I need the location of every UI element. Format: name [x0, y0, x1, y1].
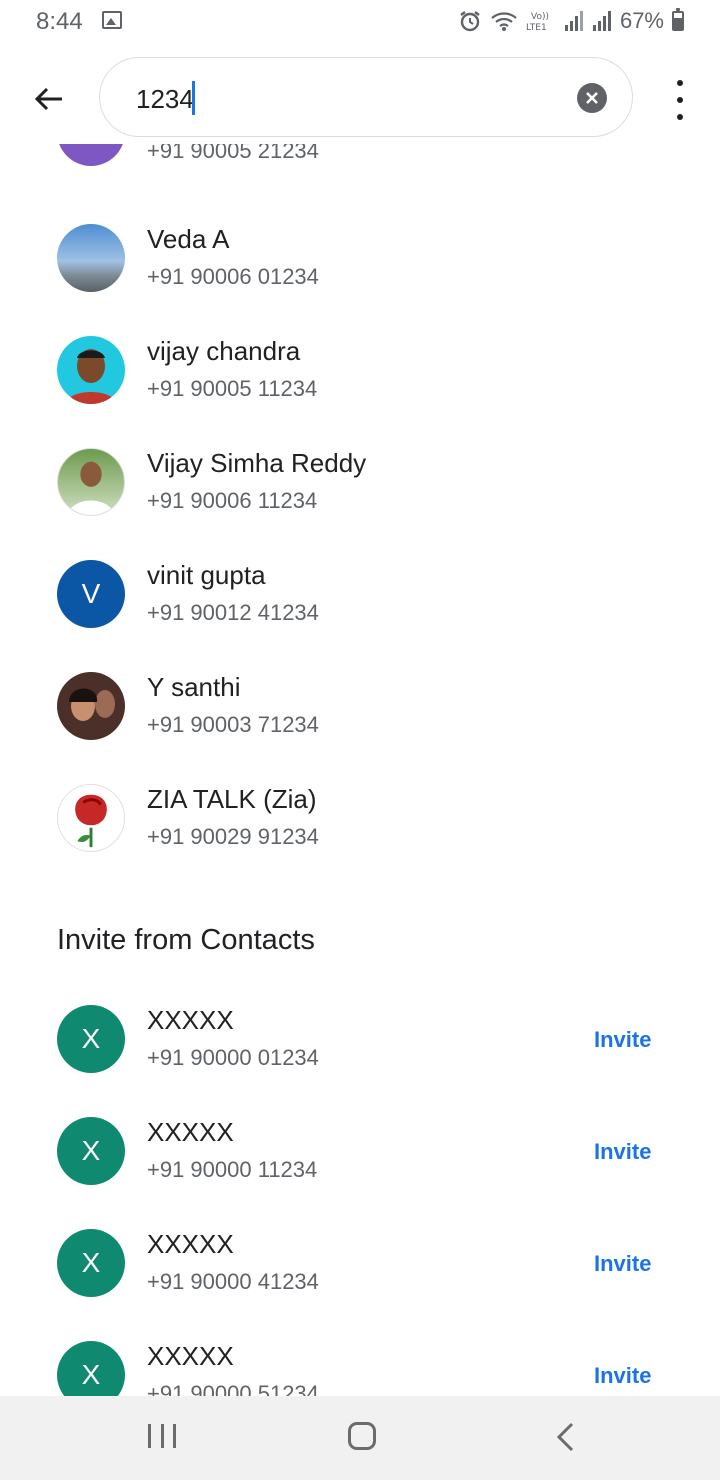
- contact-phone: +91 90029 91234: [147, 824, 319, 849]
- signal-icon: [564, 11, 583, 31]
- contact-name: vijay chandra: [147, 336, 301, 366]
- system-nav-bar: [0, 1396, 720, 1480]
- contact-avatar: [57, 224, 125, 292]
- status-bar: 8:44 Vo)) LTE1 67%: [0, 0, 720, 44]
- invite-button[interactable]: Invite: [594, 1363, 651, 1389]
- contact-avatar: V: [57, 144, 125, 166]
- contact-avatar: [57, 336, 125, 404]
- person-photo-icon: [67, 461, 115, 515]
- svg-text:LTE1: LTE1: [526, 23, 547, 33]
- contact-phone: +91 90005 11234: [147, 376, 318, 401]
- contact-name: ZIA TALK (Zia): [147, 784, 317, 814]
- contact-phone: +91 90006 11234: [147, 488, 318, 513]
- contact-row[interactable]: V vinit gupta +91 90012 41234: [0, 560, 720, 672]
- contact-phone: +91 90005 21234: [147, 144, 319, 163]
- rose-photo-icon: [75, 794, 107, 848]
- contact-phone: +91 90006 01234: [147, 264, 319, 289]
- contact-name: XXXXX: [147, 1117, 234, 1147]
- contact-name: Vijay Simha Reddy: [147, 448, 367, 478]
- contact-avatar: X: [57, 1117, 125, 1185]
- search-input[interactable]: [134, 76, 558, 122]
- invite-section-title: Invite from Contacts: [57, 924, 315, 956]
- back-icon[interactable]: [556, 1422, 574, 1452]
- contact-phone: +91 90012 41234: [147, 600, 319, 625]
- invite-row: X XXXXX +91 90000 51234 Invite: [0, 1341, 720, 1396]
- contact-avatar: X: [57, 1341, 125, 1396]
- battery-text: 67%: [619, 8, 664, 33]
- contact-row[interactable]: Vijay Simha Reddy +91 90006 11234: [0, 448, 720, 560]
- contact-phone: +91 90000 41234: [147, 1269, 319, 1294]
- invite-button[interactable]: Invite: [594, 1251, 651, 1277]
- invite-row: X XXXXX +91 90000 11234 Invite: [0, 1117, 720, 1229]
- arrow-left-icon: [34, 87, 62, 111]
- contact-name: XXXXX: [147, 1341, 234, 1371]
- more-options-button[interactable]: [664, 80, 696, 120]
- back-button[interactable]: [26, 76, 72, 122]
- contact-avatar: [57, 784, 125, 852]
- more-vert-icon: [677, 80, 683, 86]
- contact-phone: +91 90000 11234: [147, 1157, 318, 1182]
- contact-name: XXXXX: [147, 1229, 234, 1259]
- clear-circle-icon: [586, 92, 598, 104]
- invite-row: X XXXXX +91 90000 01234 Invite: [0, 1005, 720, 1117]
- contact-row[interactable]: vijay chandra +91 90005 11234: [0, 336, 720, 448]
- wifi-icon: [491, 12, 517, 31]
- contact-avatar: [57, 672, 125, 740]
- home-icon[interactable]: [348, 1422, 376, 1450]
- search-bar[interactable]: [99, 57, 633, 137]
- contact-name: Y santhi: [147, 672, 241, 702]
- signal-icon: [592, 11, 611, 31]
- battery-icon: [672, 8, 684, 31]
- invite-row: X XXXXX +91 90000 41234 Invite: [0, 1229, 720, 1341]
- contact-avatar: [57, 448, 125, 516]
- gallery-icon: [102, 11, 122, 29]
- contact-avatar: V: [57, 560, 125, 628]
- person-photo-icon: [65, 349, 117, 404]
- contact-phone: +91 90003 71234: [147, 712, 319, 737]
- contact-avatar: X: [57, 1229, 125, 1297]
- contact-row[interactable]: Veda A +91 90006 01234: [0, 224, 720, 336]
- contact-name: Veda A: [147, 224, 230, 254]
- alarm-icon: [460, 11, 480, 32]
- person-photo-icon: [69, 688, 115, 721]
- status-time: 8:44: [36, 8, 83, 35]
- invite-button[interactable]: Invite: [594, 1139, 651, 1165]
- text-cursor: [192, 81, 195, 115]
- status-icons: Vo)) LTE1 67%: [458, 8, 684, 34]
- contact-row[interactable]: V +91 90005 21234: [0, 144, 720, 210]
- contact-avatar: X: [57, 1005, 125, 1073]
- contact-name: vinit gupta: [147, 560, 266, 590]
- contact-phone: +91 90000 51234: [147, 1381, 319, 1396]
- contact-phone: +91 90000 01234: [147, 1045, 319, 1070]
- contact-row[interactable]: ZIA TALK (Zia) +91 90029 91234: [0, 784, 720, 896]
- invite-button[interactable]: Invite: [594, 1027, 651, 1053]
- recent-apps-icon[interactable]: [148, 1424, 176, 1448]
- contact-name: XXXXX: [147, 1005, 234, 1035]
- results-list: V +91 90005 21234 Veda A +91 90006 01234…: [0, 144, 720, 1396]
- volte-lte-icon: Vo)) LTE1: [526, 12, 549, 33]
- contact-row[interactable]: Y santhi +91 90003 71234: [0, 672, 720, 784]
- svg-text:Vo)): Vo)): [531, 12, 549, 22]
- clear-search-button[interactable]: [577, 83, 607, 113]
